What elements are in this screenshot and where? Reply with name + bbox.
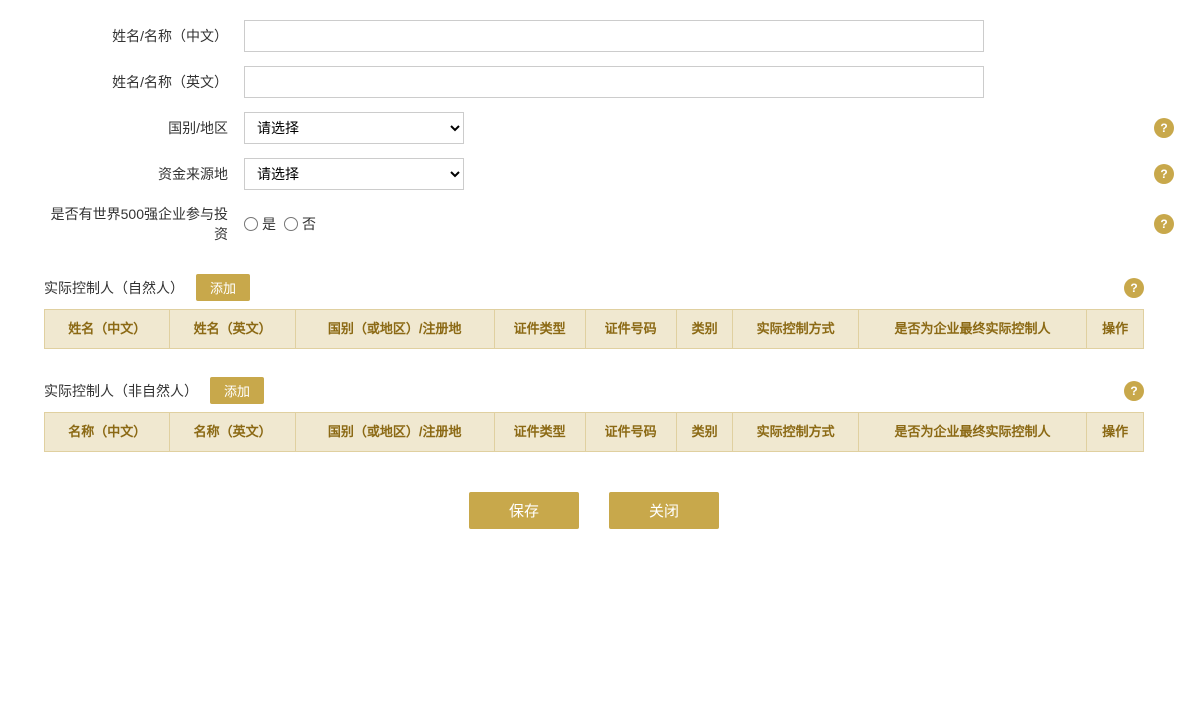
- natural-person-header: 实际控制人（自然人） 添加 ?: [44, 264, 1144, 309]
- np-col-is-final: 是否为企业最终实际控制人: [858, 310, 1086, 349]
- fortune500-no-text: 否: [302, 214, 316, 234]
- np-col-control-method: 实际控制方式: [733, 310, 858, 349]
- fund-source-select[interactable]: 请选择: [244, 158, 464, 190]
- fortune500-no-radio[interactable]: [284, 217, 298, 231]
- np-col-cert-type: 证件类型: [494, 310, 585, 349]
- fortune500-row: 是否有世界500强企业参与投资 是 否 ?: [44, 204, 1144, 244]
- name-en-label: 姓名/名称（英文）: [44, 72, 244, 92]
- name-cn-input[interactable]: [244, 20, 984, 52]
- main-container: 姓名/名称（中文） 姓名/名称（英文） 国别/地区 请选择 ? 资金来源地 请选…: [44, 20, 1144, 549]
- close-button[interactable]: 关闭: [609, 492, 719, 529]
- name-en-input[interactable]: [244, 66, 984, 98]
- name-cn-label: 姓名/名称（中文）: [44, 26, 244, 46]
- fortune500-no-label[interactable]: 否: [284, 214, 316, 234]
- country-label: 国别/地区: [44, 118, 244, 138]
- non-natural-person-add-button[interactable]: 添加: [210, 377, 264, 404]
- bottom-actions: 保存 关闭: [44, 492, 1144, 549]
- fund-source-help-icon[interactable]: ?: [1154, 164, 1174, 184]
- fortune500-radio-group: 是 否: [244, 214, 316, 234]
- np-col-action: 操作: [1087, 310, 1144, 349]
- natural-person-help-icon[interactable]: ?: [1124, 278, 1144, 298]
- non-natural-person-table: 名称（中文） 名称（英文） 国别（或地区）/注册地 证件类型 证件号码 类别 实…: [44, 412, 1144, 452]
- country-help-icon[interactable]: ?: [1154, 118, 1174, 138]
- name-cn-row: 姓名/名称（中文）: [44, 20, 1144, 52]
- nnp-col-name-cn: 名称（中文）: [45, 413, 170, 452]
- natural-person-table-header-row: 姓名（中文） 姓名（英文） 国别（或地区）/注册地 证件类型 证件号码 类别 实…: [45, 310, 1144, 349]
- non-natural-person-header: 实际控制人（非自然人） 添加 ?: [44, 367, 1144, 412]
- natural-person-title: 实际控制人（自然人）: [44, 278, 184, 298]
- np-col-name-cn: 姓名（中文）: [45, 310, 170, 349]
- fortune500-help-icon[interactable]: ?: [1154, 214, 1174, 234]
- non-natural-person-table-header-row: 名称（中文） 名称（英文） 国别（或地区）/注册地 证件类型 证件号码 类别 实…: [45, 413, 1144, 452]
- non-natural-person-section: 实际控制人（非自然人） 添加 ? 名称（中文） 名称（英文） 国别（或地区）/注…: [44, 367, 1144, 452]
- natural-person-section: 实际控制人（自然人） 添加 ? 姓名（中文） 姓名（英文） 国别（或地区）/注册…: [44, 264, 1144, 349]
- save-button[interactable]: 保存: [469, 492, 579, 529]
- non-natural-person-help-icon[interactable]: ?: [1124, 381, 1144, 401]
- fund-source-label: 资金来源地: [44, 164, 244, 184]
- nnp-col-is-final: 是否为企业最终实际控制人: [858, 413, 1086, 452]
- fortune500-yes-label[interactable]: 是: [244, 214, 276, 234]
- natural-person-table: 姓名（中文） 姓名（英文） 国别（或地区）/注册地 证件类型 证件号码 类别 实…: [44, 309, 1144, 349]
- name-en-row: 姓名/名称（英文）: [44, 66, 1144, 98]
- np-col-country: 国别（或地区）/注册地: [295, 310, 494, 349]
- non-natural-person-title: 实际控制人（非自然人）: [44, 381, 198, 401]
- fortune500-label: 是否有世界500强企业参与投资: [44, 204, 244, 244]
- country-select[interactable]: 请选择: [244, 112, 464, 144]
- nnp-col-action: 操作: [1087, 413, 1144, 452]
- nnp-col-cert-no: 证件号码: [585, 413, 676, 452]
- np-col-name-en: 姓名（英文）: [170, 310, 295, 349]
- nnp-col-cert-type: 证件类型: [494, 413, 585, 452]
- nnp-col-category: 类别: [676, 413, 733, 452]
- form-section: 姓名/名称（中文） 姓名/名称（英文） 国别/地区 请选择 ? 资金来源地 请选…: [44, 20, 1144, 244]
- country-row: 国别/地区 请选择 ?: [44, 112, 1144, 144]
- fortune500-yes-text: 是: [262, 214, 276, 234]
- natural-person-add-button[interactable]: 添加: [196, 274, 250, 301]
- fund-source-row: 资金来源地 请选择 ?: [44, 158, 1144, 190]
- nnp-col-control-method: 实际控制方式: [733, 413, 858, 452]
- fortune500-yes-radio[interactable]: [244, 217, 258, 231]
- nnp-col-name-en: 名称（英文）: [170, 413, 295, 452]
- nnp-col-country: 国别（或地区）/注册地: [295, 413, 494, 452]
- np-col-category: 类别: [676, 310, 733, 349]
- np-col-cert-no: 证件号码: [585, 310, 676, 349]
